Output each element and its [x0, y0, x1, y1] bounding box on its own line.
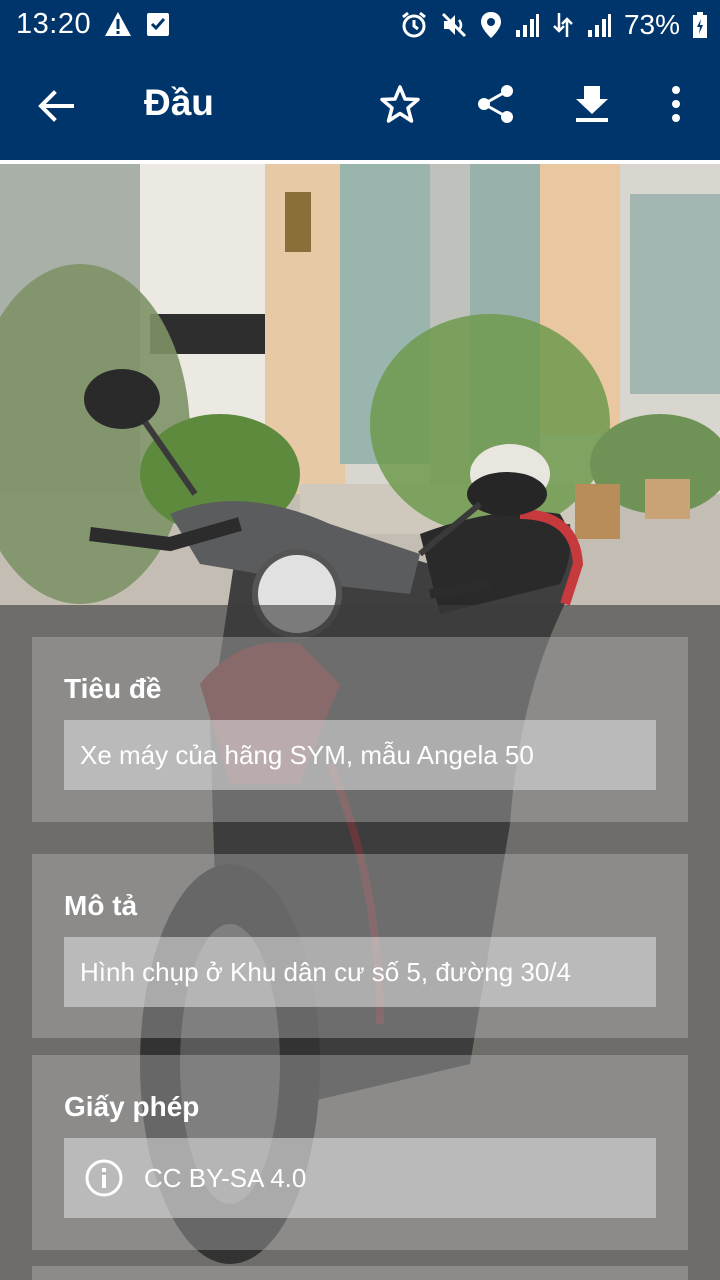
alarm-icon — [400, 11, 428, 39]
battery-percent: 73% — [623, 9, 680, 40]
status-right-icons: 73% — [400, 9, 708, 41]
info-icon — [84, 1158, 124, 1198]
download-icon[interactable] — [572, 84, 614, 126]
page-title: Đầu — [144, 82, 214, 123]
checkbox-icon — [146, 11, 170, 37]
license-label: Giấy phép — [64, 1091, 200, 1122]
license-field[interactable]: CC BY-SA 4.0 — [64, 1138, 656, 1218]
description-value: Hình chụp ở Khu dân cư số 5, đường 30/4 — [80, 956, 571, 987]
status-left-icons — [104, 11, 170, 37]
battery-icon — [692, 11, 708, 39]
mute-icon — [440, 11, 468, 39]
title-card: Tiêu đề Xe máy của hãng SYM, mẫu Angela … — [32, 637, 688, 822]
location-icon — [480, 11, 502, 39]
license-card: Giấy phép CC BY-SA 4.0 — [32, 1055, 688, 1250]
share-icon[interactable] — [476, 84, 518, 126]
title-value: Xe máy của hãng SYM, mẫu Angela 50 — [80, 739, 534, 770]
license-value: CC BY-SA 4.0 — [144, 1162, 307, 1193]
warning-icon — [104, 11, 132, 37]
more-icon[interactable] — [658, 84, 700, 126]
title-field[interactable]: Xe máy của hãng SYM, mẫu Angela 50 — [64, 720, 656, 790]
next-card — [32, 1266, 688, 1280]
description-field[interactable]: Hình chụp ở Khu dân cư số 5, đường 30/4 — [64, 937, 656, 1007]
star-icon[interactable] — [380, 84, 422, 126]
app-bar: Đầu — [0, 50, 720, 160]
description-label: Mô tả — [64, 890, 138, 921]
description-card: Mô tả Hình chụp ở Khu dân cư số 5, đường… — [32, 854, 688, 1038]
status-bar: 13:20 73% — [0, 0, 720, 50]
signal-icon — [514, 12, 540, 38]
signal-icon — [586, 12, 612, 38]
status-time: 13:20 — [16, 8, 92, 40]
data-icon — [552, 11, 574, 39]
title-label: Tiêu đề — [64, 673, 162, 704]
back-arrow-icon[interactable] — [34, 84, 78, 128]
